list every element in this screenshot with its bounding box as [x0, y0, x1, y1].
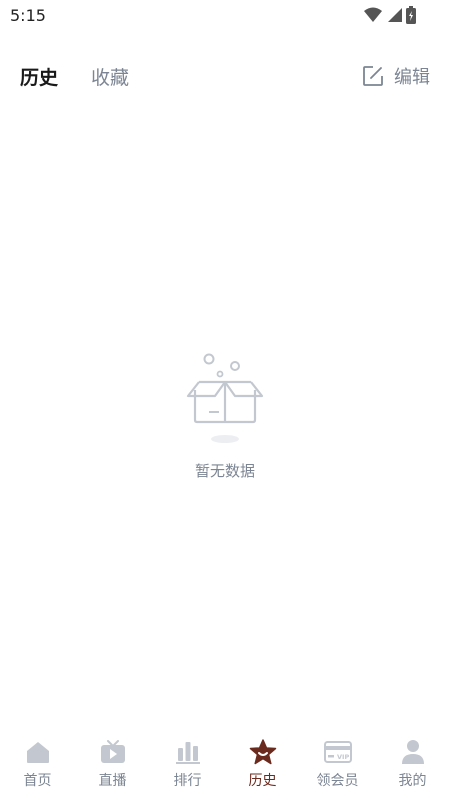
star-icon [249, 739, 276, 765]
nav-label-home: 首页 [23, 773, 52, 789]
vip-card-icon: VIP [323, 741, 352, 763]
nav-item-home[interactable]: 首页 [0, 730, 75, 800]
tab-history[interactable]: 历史 [20, 63, 58, 90]
user-icon [401, 740, 424, 764]
battery-icon [406, 6, 416, 24]
empty-state: 暂无数据 [0, 350, 450, 481]
status-bar: 5:15 [0, 0, 450, 30]
home-icon [26, 742, 49, 763]
header: 历史 收藏 编辑 [0, 55, 450, 95]
nav-item-ranking[interactable]: 排行 [150, 730, 225, 800]
nav-item-mine[interactable]: 我的 [375, 730, 450, 800]
edit-button[interactable]: 编辑 [362, 63, 430, 89]
edit-icon [363, 66, 383, 86]
nav-label-history: 历史 [248, 773, 277, 789]
signal-icon [388, 8, 402, 22]
status-time: 5:15 [10, 6, 46, 25]
bottom-nav: 首页 直播 排行 历史 VIP 领会员 我的 [0, 730, 450, 800]
nav-item-vip[interactable]: VIP 领会员 [300, 730, 375, 800]
ranking-icon [175, 742, 200, 764]
tab-favorites[interactable]: 收藏 [91, 63, 129, 90]
nav-item-live[interactable]: 直播 [75, 730, 150, 800]
edit-label: 编辑 [394, 67, 430, 88]
nav-label-ranking: 排行 [173, 773, 202, 789]
svg-text:VIP: VIP [337, 753, 349, 761]
empty-box-icon [186, 353, 264, 443]
nav-label-vip: 领会员 [316, 773, 359, 789]
tv-icon [100, 740, 125, 763]
empty-message: 暂无数据 [194, 462, 255, 480]
nav-label-live: 直播 [98, 773, 127, 789]
nav-label-mine: 我的 [398, 773, 427, 789]
status-icons [364, 6, 416, 24]
nav-item-history[interactable]: 历史 [225, 730, 300, 800]
wifi-icon [364, 7, 382, 22]
